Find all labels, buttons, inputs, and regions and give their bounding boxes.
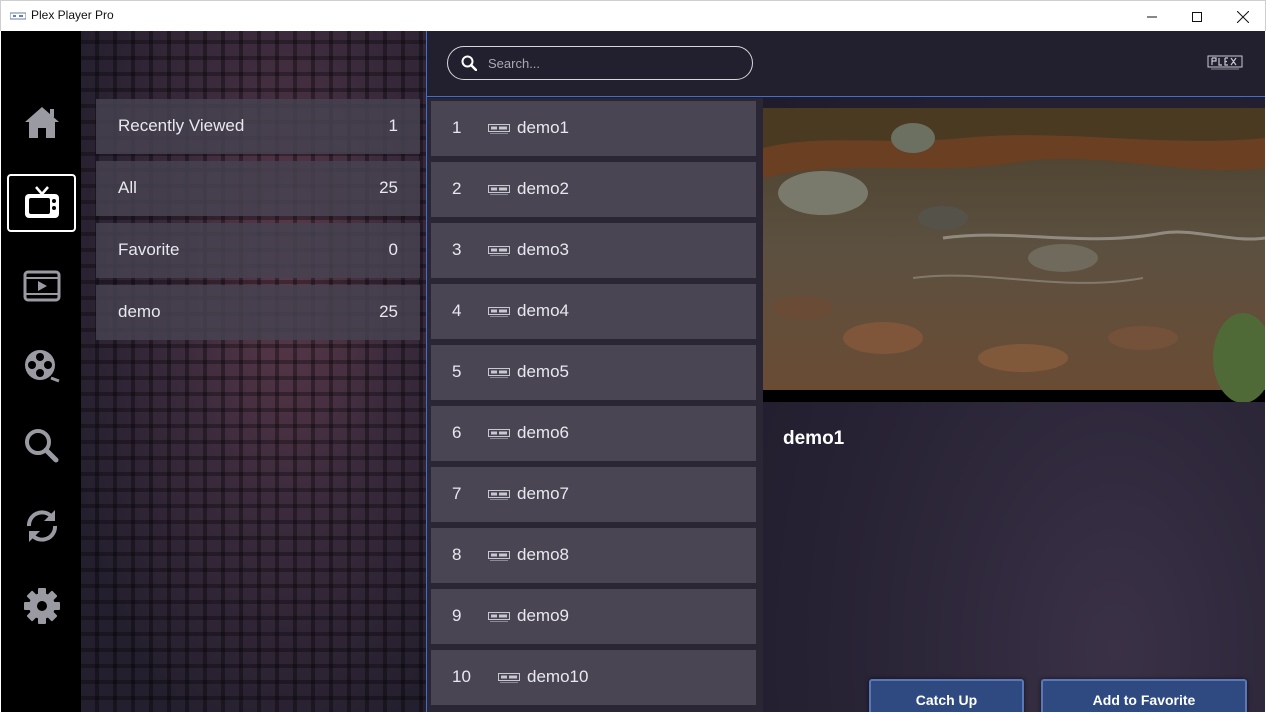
- channel-item[interactable]: 8 demo8: [431, 528, 756, 583]
- sync-icon: [26, 510, 57, 542]
- channel-logo-icon: [488, 429, 510, 439]
- maximize-icon: [1192, 11, 1202, 22]
- preview-title: demo1: [783, 428, 845, 449]
- channel-logo-icon: [488, 307, 510, 317]
- side-nav: [1, 31, 81, 712]
- channel-logo-icon: [498, 673, 520, 683]
- channel-item[interactable]: 7 demo7: [431, 467, 756, 522]
- catch-up-button[interactable]: Catch Up: [869, 679, 1024, 712]
- category-all[interactable]: All 25: [96, 161, 420, 216]
- title-bar: Plex Player Pro: [0, 0, 1266, 31]
- nav-series[interactable]: [7, 337, 76, 395]
- nav-search[interactable]: [7, 417, 76, 475]
- channel-item[interactable]: 9 demo9: [431, 589, 756, 644]
- search-icon: [461, 55, 477, 71]
- window-title: Plex Player Pro: [31, 8, 114, 22]
- nav-live-tv[interactable]: [7, 174, 76, 232]
- nav-catch-up[interactable]: [7, 497, 76, 555]
- channel-name: demo9: [517, 606, 569, 625]
- channel-name: demo10: [527, 667, 589, 686]
- channel-number: 9: [452, 606, 462, 625]
- category-count: 25: [379, 302, 398, 321]
- channel-list[interactable]: 1 demo1 2 demo2 3 demo3 4 demo4 5 demo5 …: [427, 98, 763, 712]
- search-icon: [24, 429, 58, 463]
- preview-panel: demo1 Catch Up Add to Favorite: [763, 98, 1265, 712]
- channel-logo-icon: [488, 368, 510, 378]
- category-panel: Recently Viewed 1 All 25 Favorite 0 demo…: [81, 31, 426, 712]
- channel-logo-icon: [488, 612, 510, 622]
- maximize-button[interactable]: [1174, 1, 1220, 32]
- top-bar: [427, 31, 1265, 97]
- channel-number: 2: [452, 179, 462, 198]
- channel-number: 8: [452, 545, 462, 564]
- channel-number: 10: [452, 667, 471, 686]
- channel-item[interactable]: 10 demo10: [431, 650, 756, 705]
- nav-settings[interactable]: [7, 577, 76, 635]
- close-button[interactable]: [1220, 1, 1266, 32]
- app-body: Recently Viewed 1 All 25 Favorite 0 demo…: [1, 31, 1265, 712]
- channel-name: demo2: [517, 179, 569, 198]
- channel-logo-icon: [488, 185, 510, 195]
- brand-logo-icon: [1207, 55, 1243, 70]
- channel-number: 1: [452, 118, 462, 137]
- film-reel-icon: [24, 350, 60, 383]
- nav-movies[interactable]: [7, 257, 76, 315]
- close-icon: [1237, 10, 1249, 23]
- channel-number: 3: [452, 240, 462, 259]
- channel-name: demo4: [517, 301, 569, 320]
- channel-item[interactable]: 5 demo5: [431, 345, 756, 400]
- channel-name: demo1: [517, 118, 569, 137]
- channel-logo-icon: [488, 124, 510, 134]
- home-icon: [24, 107, 59, 138]
- channel-name: demo8: [517, 545, 569, 564]
- channel-name: demo3: [517, 240, 569, 259]
- channel-name: demo6: [517, 423, 569, 442]
- category-recently-viewed[interactable]: Recently Viewed 1: [96, 99, 420, 154]
- channel-name: demo7: [517, 484, 569, 503]
- search-box[interactable]: [447, 46, 753, 80]
- category-demo[interactable]: demo 25: [96, 285, 420, 340]
- channel-item[interactable]: 4 demo4: [431, 284, 756, 339]
- channel-number: 4: [452, 301, 462, 320]
- category-favorite[interactable]: Favorite 0: [96, 223, 420, 278]
- category-label: All: [118, 178, 137, 197]
- channel-item[interactable]: 1 demo1: [431, 101, 756, 156]
- channel-item[interactable]: 2 demo2: [431, 162, 756, 217]
- app-logo-icon: [10, 12, 26, 20]
- channel-number: 5: [452, 362, 462, 381]
- search-input[interactable]: [488, 53, 738, 73]
- video-player[interactable]: [763, 108, 1265, 402]
- category-count: 0: [388, 240, 398, 259]
- channel-item[interactable]: 3 demo3: [431, 223, 756, 278]
- category-label: Recently Viewed: [118, 116, 245, 135]
- channel-name: demo5: [517, 362, 569, 381]
- channel-number: 6: [452, 423, 462, 442]
- channel-number: 7: [452, 484, 462, 503]
- nav-home[interactable]: [7, 93, 76, 151]
- category-count: 1: [388, 116, 398, 135]
- minimize-icon: [1147, 16, 1157, 17]
- category-label: Favorite: [118, 240, 180, 259]
- category-count: 25: [379, 178, 398, 197]
- minimize-button[interactable]: [1129, 1, 1175, 32]
- channel-logo-icon: [488, 551, 510, 561]
- video-frame: [763, 108, 1265, 402]
- channel-item[interactable]: 6 demo6: [431, 406, 756, 461]
- tv-icon: [24, 186, 59, 218]
- channel-logo-icon: [488, 490, 510, 500]
- film-icon: [23, 270, 60, 302]
- add-to-favorite-button[interactable]: Add to Favorite: [1041, 679, 1247, 712]
- channel-logo-icon: [488, 246, 510, 256]
- gear-icon: [23, 588, 60, 624]
- category-label: demo: [118, 302, 161, 321]
